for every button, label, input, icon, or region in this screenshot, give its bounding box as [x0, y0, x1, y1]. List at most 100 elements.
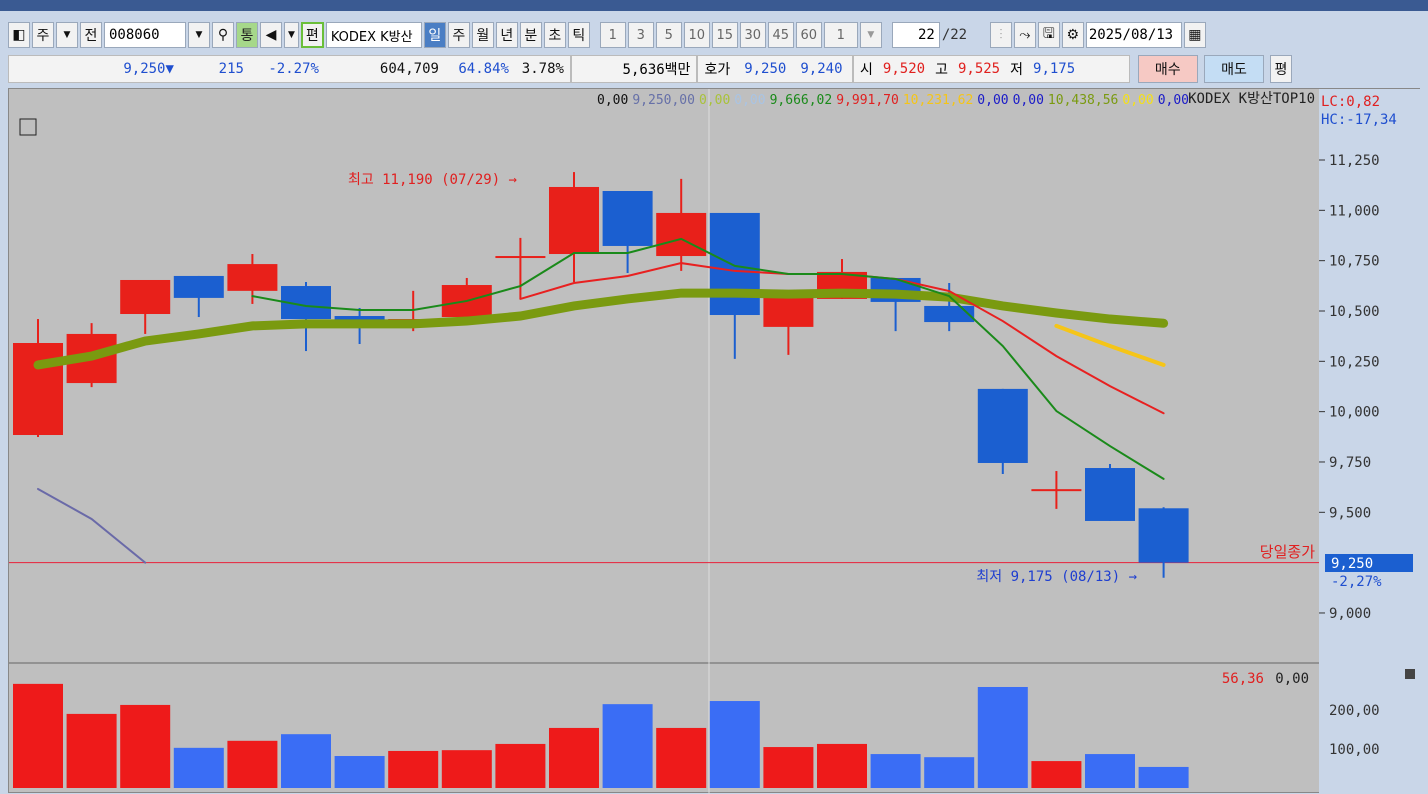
interval-3[interactable]: 3: [627, 22, 654, 48]
legend-ma10: 9,991,70: [836, 93, 899, 108]
sell-button[interactable]: 매도: [1203, 55, 1265, 83]
price-tick-label: 10,250: [1329, 354, 1380, 370]
candle-body: [549, 186, 599, 255]
legend-value: 9,250,00: [632, 93, 695, 108]
volume-bar: [13, 683, 63, 788]
current-price: 9,250: [123, 61, 166, 77]
legend-value: 0,00: [597, 93, 629, 108]
bid-price: 9,240: [800, 61, 843, 77]
interval-10[interactable]: 10: [683, 22, 710, 48]
legend-lc: LC:0,82: [1321, 94, 1380, 110]
candle-body: [656, 212, 707, 257]
current-pct-label: -2,27%: [1331, 574, 1382, 590]
volume-bar: [763, 747, 814, 788]
chart-panel[interactable]: 11,250 11,000 10,750 10,500 10,250 10,000 9,75…: [8, 88, 1421, 794]
sound-icon[interactable]: ◀: [260, 22, 282, 48]
calendar-icon[interactable]: ▦: [1183, 22, 1206, 48]
interval-30[interactable]: 30: [739, 22, 766, 48]
low-annotation: 최저 9,175 (08/13) →: [976, 569, 1137, 585]
legend-value: 0,00: [1157, 93, 1189, 108]
candle-body: [1085, 468, 1135, 521]
count-dropdown-icon[interactable]: ▼: [859, 22, 882, 48]
volume-legend-v1: 56,36: [1222, 671, 1264, 687]
high-label: 고: [935, 62, 948, 78]
interval-1[interactable]: 1: [599, 22, 626, 48]
market-select[interactable]: 주: [32, 22, 54, 48]
volume-bar: [549, 727, 599, 788]
market-dropdown-icon[interactable]: ▼: [56, 22, 78, 48]
count-input[interactable]: 22: [891, 22, 940, 48]
candle-body: [1031, 489, 1082, 492]
period-day[interactable]: 일: [423, 22, 446, 48]
hoga-label: 호가: [704, 62, 731, 78]
close-label: 당일종가: [1260, 543, 1315, 561]
candle-type-icon[interactable]: ⫶: [989, 22, 1012, 48]
candle-body: [173, 275, 224, 298]
interval-15[interactable]: 15: [711, 22, 738, 48]
save-icon[interactable]: 🖫: [1037, 22, 1060, 48]
period-tick[interactable]: 틱: [567, 22, 590, 48]
volume-bar: [173, 747, 224, 788]
tong-button[interactable]: 통: [236, 22, 258, 48]
grid-toggle-icon[interactable]: [19, 118, 37, 136]
volume-bar: [388, 750, 439, 788]
period-week[interactable]: 주: [447, 22, 470, 48]
prev-button[interactable]: 전: [80, 22, 102, 48]
period-minute[interactable]: 분: [519, 22, 542, 48]
legend-value: 0,00: [734, 93, 766, 108]
high-annotation: 최고 11,190 (07/29) →: [348, 172, 517, 188]
turnover: 3.78%: [521, 61, 564, 77]
legend-ma5: 9,666,02: [769, 93, 833, 108]
open-price: 9,520: [882, 61, 926, 77]
buy-button[interactable]: 매수: [1137, 55, 1198, 83]
change-percent: -2.27%: [268, 61, 319, 77]
candle-body: [602, 191, 653, 246]
code-dropdown-icon[interactable]: ▼: [188, 22, 210, 48]
settings-gear-icon[interactable]: ⚙: [1061, 22, 1084, 48]
panel-close-icon[interactable]: [1405, 669, 1415, 679]
volume-bar: [977, 686, 1028, 788]
layout-icon[interactable]: ◧: [8, 22, 30, 48]
period-month[interactable]: 월: [471, 22, 494, 48]
low-label: 저: [1010, 62, 1024, 78]
ask-price: 9,250: [744, 61, 787, 77]
low-price: 9,175: [1033, 61, 1076, 77]
volume-bar: [120, 704, 171, 788]
price-tick-label: 11,000: [1329, 203, 1380, 219]
date-input[interactable]: 2025/08/13: [1085, 22, 1182, 48]
legend-value: 0,00: [698, 93, 731, 108]
code-input[interactable]: 008060: [104, 22, 186, 48]
count-total: /22: [941, 27, 968, 43]
price-tick-label: 10,750: [1329, 254, 1380, 270]
price-tick-label: 9,500: [1329, 505, 1371, 521]
price-tick-label: 10,500: [1329, 304, 1380, 320]
volume-bar: [334, 756, 385, 788]
sound-dropdown-icon[interactable]: ▼: [284, 22, 299, 48]
interval-5[interactable]: 5: [655, 22, 682, 48]
count-select[interactable]: 1: [823, 22, 858, 48]
period-second[interactable]: 초: [543, 22, 566, 48]
interval-60[interactable]: 60: [795, 22, 822, 48]
legend-hc: HC:-17,34: [1321, 112, 1397, 128]
ma60-line: [33, 288, 1169, 370]
candle-body: [13, 342, 63, 436]
search-icon[interactable]: ⚲: [212, 22, 234, 48]
legend: 0,00 9,250,00 0,00 0,00 9,666,02 9,991,7…: [597, 93, 1319, 108]
legend-value: 0,00: [977, 93, 1009, 108]
toolbar: ◧ 주 ▼ 전 008060 ▼ ⚲ 통 ◀ ▼ 편 KODEX K방산 일 주…: [8, 20, 1206, 50]
high-price: 9,525: [957, 61, 1001, 77]
volume-bar: [495, 743, 546, 788]
volume-bar: [227, 740, 278, 788]
interval-45[interactable]: 45: [767, 22, 794, 48]
volume-bar: [602, 704, 653, 788]
volume-bar: [1085, 754, 1135, 788]
add-indicator-icon[interactable]: ⤳: [1013, 22, 1036, 48]
avg-button[interactable]: 평: [1270, 55, 1292, 83]
period-year[interactable]: 년: [495, 22, 518, 48]
ma20-line: [1054, 323, 1166, 367]
quote-bar: 9,250 ▼ 215 -2.27% 604,709 64.84% 3.78% …: [8, 54, 1292, 84]
price-tick-label: 10,000: [1329, 405, 1380, 421]
volume-bar: [656, 727, 707, 788]
edit-button[interactable]: 편: [300, 22, 324, 48]
title-bar: [0, 0, 1428, 11]
